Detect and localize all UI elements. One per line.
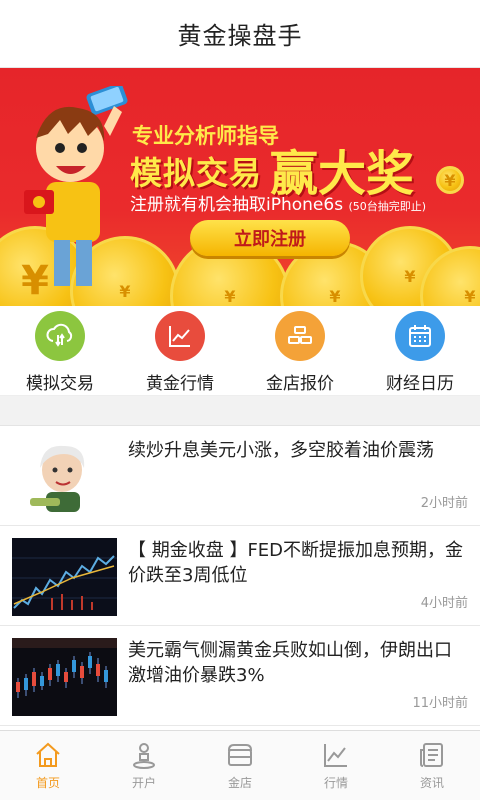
news-thumbnail <box>12 538 117 616</box>
candlestick-chart-icon <box>12 638 117 716</box>
promo-banner[interactable]: 专业分析师指导 模拟交易 赢大奖 注册就有机会抽取iPhone6s (50台抽完… <box>0 68 480 306</box>
news-item[interactable]: 美元霸气侧漏黄金兵败如山倒，伊朗出口激增油价暴跌3% 11小时前 <box>0 626 480 726</box>
tab-news[interactable]: 资讯 <box>384 731 480 800</box>
banner-line1: 专业分析师指导 <box>132 124 279 148</box>
news-time: 4小时前 <box>420 596 468 611</box>
app-title: 黄金操盘手 <box>177 22 303 50</box>
quick-action-label: 财经日历 <box>386 374 454 394</box>
tab-label: 开户 <box>131 776 156 790</box>
news-item[interactable]: 续炒升息美元小涨，多空胶着油价震荡 2小时前 <box>0 426 480 526</box>
news-time: 11小时前 <box>412 696 468 711</box>
calendar-icon <box>395 311 445 361</box>
bottom-tab-bar: 首页 开户 金店 行情 资讯 <box>0 730 480 800</box>
quick-action-label: 黄金行情 <box>146 374 214 394</box>
banner-line3-note: (50台抽完即止) <box>348 200 427 213</box>
tab-open-account[interactable]: 开户 <box>96 731 192 800</box>
banner-line3-text: 注册就有机会抽取iPhone6s <box>130 195 344 215</box>
home-icon <box>36 742 60 767</box>
quick-action-simulated-trading[interactable]: 模拟交易 <box>0 306 120 395</box>
register-button[interactable]: 立即注册 <box>190 220 350 256</box>
cartoon-portrait-icon <box>12 438 117 516</box>
tab-label: 行情 <box>323 776 348 790</box>
cartoon-character-icon <box>24 86 128 286</box>
tab-gold-store[interactable]: 金店 <box>192 731 288 800</box>
price-chart-icon <box>12 538 117 616</box>
news-icon <box>420 743 443 767</box>
cloud-exchange-icon <box>35 311 85 361</box>
quick-action-label: 金店报价 <box>266 374 334 394</box>
person-icon <box>133 743 155 769</box>
banner-line3: 注册就有机会抽取iPhone6s (50台抽完即止) <box>130 190 426 215</box>
banner-line2-small: 模拟交易 <box>130 154 263 192</box>
news-headline: 续炒升息美元小涨，多空胶着油价震荡 <box>128 440 434 461</box>
quick-action-gold-store-price[interactable]: 金店报价 <box>240 306 360 395</box>
gold-bars-icon <box>275 311 325 361</box>
news-item[interactable]: 【 期金收盘 】FED不断提振加息预期，金价跌至3周低位 4小时前 <box>0 526 480 626</box>
tab-home[interactable]: 首页 <box>0 731 96 800</box>
news-thumbnail <box>12 438 117 516</box>
tab-label: 首页 <box>35 776 60 790</box>
tab-label: 资讯 <box>419 776 444 790</box>
store-icon <box>227 744 253 766</box>
trend-icon <box>324 744 347 767</box>
quick-actions: 模拟交易 黄金行情 金店报价 财经日历 <box>0 306 480 396</box>
tab-market[interactable]: 行情 <box>288 731 384 800</box>
news-headline: 【 期金收盘 】FED不断提振加息预期，金价跌至3周低位 <box>128 540 464 586</box>
news-thumbnail <box>12 638 117 716</box>
quick-action-finance-calendar[interactable]: 财经日历 <box>360 306 480 395</box>
tab-label: 金店 <box>227 776 252 790</box>
news-time: 2小时前 <box>420 496 468 511</box>
line-chart-icon <box>155 311 205 361</box>
quick-action-gold-market[interactable]: 黄金行情 <box>120 306 240 395</box>
news-headline: 美元霸气侧漏黄金兵败如山倒，伊朗出口激增油价暴跌3% <box>128 640 452 686</box>
section-divider <box>0 396 480 426</box>
app-header: 黄金操盘手 <box>0 0 480 68</box>
quick-action-label: 模拟交易 <box>26 374 94 394</box>
